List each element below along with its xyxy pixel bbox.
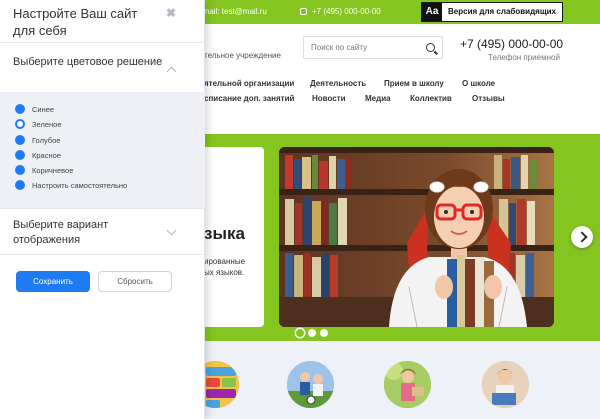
radio-button[interactable] — [15, 180, 25, 190]
close-icon[interactable]: ✖ — [166, 6, 176, 20]
phone-icon — [300, 8, 307, 15]
accessibility-version-button[interactable]: Aa Версия для слабовидящих — [421, 2, 563, 22]
slider-dots — [296, 329, 332, 337]
color-options-list: Синее Зеленое Голубое Красное Коричневое… — [0, 92, 205, 208]
category-thumbnail[interactable] — [384, 361, 431, 408]
contact-email[interactable]: -mail: test@mail.ru — [200, 7, 267, 16]
search-icon[interactable] — [426, 43, 435, 52]
nav-item-schedule[interactable]: списание доп. занятий — [204, 94, 294, 103]
color-option-label: Голубое — [32, 135, 61, 145]
font-size-icon: Aa — [422, 3, 442, 21]
girl-outdoors-photo — [384, 361, 431, 408]
panel-title: Настройте Ваш сайт для себя — [13, 6, 138, 38]
color-option-label: Настроить самостоятельно — [32, 180, 128, 190]
chevron-down-icon[interactable] — [166, 225, 177, 236]
reception-phone[interactable]: +7 (495) 000-00-00 — [460, 37, 563, 51]
color-option-label: Красное — [32, 150, 61, 160]
nav-item-media[interactable]: Медиа — [365, 94, 391, 103]
contact-phone-text: +7 (495) 000-00-00 — [312, 7, 381, 16]
display-variant-heading[interactable]: Выберите вариант отображения — [13, 218, 163, 248]
nav-item-organization[interactable]: ятельной организации — [204, 79, 294, 88]
color-option-blue[interactable]: Синее — [15, 104, 54, 114]
category-thumbnail[interactable] — [287, 361, 334, 408]
hero-photo-girl-with-books — [279, 147, 554, 327]
color-option-label: Зеленое — [32, 119, 62, 129]
contact-phone[interactable]: +7 (495) 000-00-00 — [300, 7, 381, 16]
nav-item-reviews[interactable]: Отзывы — [472, 94, 505, 103]
reset-button[interactable]: Сбросить — [98, 271, 172, 292]
radio-button[interactable] — [15, 165, 25, 175]
color-option-label: Коричневое — [32, 165, 74, 175]
color-option-custom[interactable]: Настроить самостоятельно — [15, 180, 127, 190]
accessibility-version-label: Версия для слабовидящих — [448, 7, 556, 16]
divider — [0, 42, 205, 43]
color-option-brown[interactable]: Коричневое — [15, 165, 73, 175]
hero-heading: зыка — [204, 224, 245, 243]
nav-item-about[interactable]: О школе — [462, 79, 495, 88]
kids-sport-photo — [287, 361, 334, 408]
student-reading-photo — [482, 361, 529, 408]
radio-button[interactable] — [15, 150, 25, 160]
nav-item-admission[interactable]: Прием в школу — [384, 79, 444, 88]
color-option-red[interactable]: Красное — [15, 150, 61, 160]
hero-description: ированные ых языков. — [204, 256, 245, 278]
site-subtitle: тельное учреждение — [204, 51, 281, 60]
slider-dot[interactable] — [320, 329, 328, 337]
chevron-up-icon[interactable] — [166, 66, 177, 77]
slider-dot[interactable] — [308, 329, 316, 337]
category-thumbnail[interactable] — [482, 361, 529, 408]
color-scheme-heading[interactable]: Выберите цветовое решение — [13, 55, 163, 70]
hero-description-line: ых языков. — [204, 268, 245, 277]
radio-button[interactable] — [15, 104, 25, 114]
nav-item-activity[interactable]: Деятельность — [310, 79, 366, 88]
hero-photo-illustration — [279, 147, 554, 327]
slider-dot[interactable] — [296, 329, 304, 337]
site-settings-panel: Настройте Ваш сайт для себя ✖ Выберите ц… — [0, 0, 205, 419]
save-button[interactable]: Сохранить — [16, 271, 90, 292]
slider-next-arrow-icon[interactable] — [571, 226, 593, 248]
radio-button-selected[interactable] — [15, 119, 25, 129]
divider — [0, 208, 205, 209]
search-input[interactable] — [311, 43, 421, 52]
divider — [0, 254, 205, 255]
site-search[interactable] — [303, 36, 443, 59]
nav-item-news[interactable]: Новости — [312, 94, 346, 103]
color-option-green[interactable]: Зеленое — [15, 119, 61, 129]
nav-item-staff[interactable]: Коллектив — [410, 94, 452, 103]
color-option-light-blue[interactable]: Голубое — [15, 135, 60, 145]
reception-phone-caption: Телефон приемной — [488, 53, 560, 62]
radio-button[interactable] — [15, 135, 25, 145]
hero-description-line: ированные — [204, 257, 246, 266]
color-option-label: Синее — [32, 104, 55, 114]
